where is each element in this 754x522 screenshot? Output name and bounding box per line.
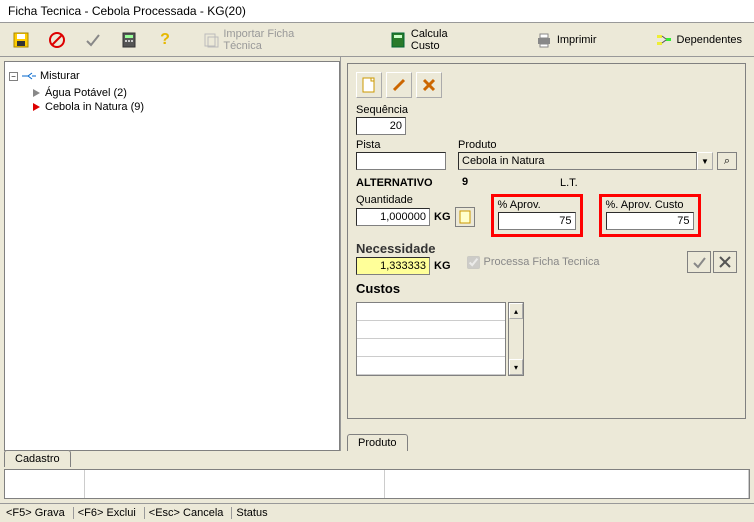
status-grid — [4, 469, 750, 499]
document-icon — [360, 76, 378, 94]
produto-lookup-button[interactable]: ⌕ — [717, 152, 737, 170]
help-icon: ? — [156, 31, 174, 49]
help-button[interactable]: ? — [152, 29, 178, 51]
calcula-custo-icon — [390, 31, 407, 49]
produto-dropdown-button[interactable]: ▼ — [697, 152, 713, 170]
custos-scrollbar[interactable]: ▴ ▾ — [508, 302, 524, 376]
dependentes-label: Dependentes — [677, 34, 742, 46]
quantidade-label: Quantidade — [356, 194, 475, 206]
footer-f5: <F5> Grava — [6, 507, 74, 519]
tree-item-label: Cebola in Natura (9) — [45, 101, 144, 113]
imprimir-label: Imprimir — [557, 34, 597, 46]
detail-panel: Sequência Pista Produto ▼ ⌕ — [347, 63, 746, 419]
processa-label: Processa Ficha Tecnica — [484, 256, 600, 268]
calcula-custo-label: Calcula Custo — [411, 28, 477, 52]
note-button[interactable] — [455, 207, 475, 227]
custos-label: Custos — [356, 281, 400, 296]
main-toolbar: ? Importar Ficha Técnica Calcula Custo I… — [0, 23, 754, 57]
delete-button[interactable] — [416, 72, 442, 98]
alternativo-value: 9 — [458, 174, 488, 190]
processa-checkbox — [467, 256, 480, 269]
tab-produto[interactable]: Produto — [347, 434, 408, 451]
aprov-label: % Aprov. — [498, 199, 576, 211]
cancel-icon — [48, 31, 66, 49]
window-title: Ficha Tecnica - Cebola Processada - KG(2… — [0, 0, 754, 23]
check-icon — [84, 31, 102, 49]
pista-input[interactable] — [356, 152, 446, 170]
tab-cadastro[interactable]: Cadastro — [4, 450, 71, 467]
arrow-icon — [33, 103, 40, 111]
arrow-icon — [33, 89, 40, 97]
imprimir-button[interactable]: Imprimir — [531, 29, 601, 51]
tree-item[interactable]: Água Potável (2) — [33, 86, 335, 100]
lookup-icon: ⌕ — [718, 152, 736, 170]
x-button[interactable] — [713, 251, 737, 273]
sequencia-input[interactable] — [356, 117, 406, 135]
footer-esc: <Esc> Cancela — [149, 507, 233, 519]
note-icon — [456, 208, 474, 226]
close-icon — [716, 253, 734, 271]
pista-label: Pista — [356, 139, 446, 151]
necessidade-unit: KG — [430, 260, 455, 272]
footer-status: Status — [236, 507, 267, 519]
quantidade-unit: KG — [430, 211, 455, 223]
aprov-custo-input[interactable] — [606, 212, 694, 230]
calculator-button[interactable] — [116, 29, 142, 51]
produto-label: Produto — [458, 139, 737, 151]
necessidade-label: Necessidade — [356, 241, 455, 256]
tree-root[interactable]: − Misturar — [9, 66, 335, 86]
new-button[interactable] — [356, 72, 382, 98]
cancel-button[interactable] — [44, 29, 70, 51]
aprov-input[interactable] — [498, 212, 576, 230]
tree-item[interactable]: Cebola in Natura (9) — [33, 100, 335, 114]
printer-icon — [535, 31, 553, 49]
calcula-custo-button[interactable]: Calcula Custo — [386, 26, 481, 54]
tree-root-label: Misturar — [40, 70, 80, 82]
produto-combo[interactable] — [458, 152, 697, 170]
scroll-up-button[interactable]: ▴ — [509, 303, 523, 319]
collapse-icon[interactable]: − — [9, 72, 18, 81]
dependentes-button[interactable]: Dependentes — [651, 29, 746, 51]
sequencia-label: Sequência — [356, 104, 408, 116]
check-icon — [690, 253, 708, 271]
aprov-highlight: % Aprov. — [491, 194, 583, 237]
tree-item-label: Água Potável (2) — [45, 87, 127, 99]
import-icon — [202, 31, 219, 49]
custos-grid[interactable] — [356, 302, 506, 376]
edit-button[interactable] — [386, 72, 412, 98]
aprov-custo-highlight: %. Aprov. Custo — [599, 194, 701, 237]
alternativo-label: ALTERNATIVO — [356, 177, 446, 189]
pencil-icon — [390, 76, 408, 94]
lt-label: L.T. — [560, 177, 578, 189]
scroll-down-button[interactable]: ▾ — [509, 359, 523, 375]
tree-panel[interactable]: − Misturar Água Potável (2) Cebola in Na… — [4, 61, 340, 451]
mix-icon — [20, 67, 38, 85]
save-icon — [12, 31, 30, 49]
save-button[interactable] — [8, 29, 34, 51]
footer-bar: <F5> Grava <F6> Exclui <Esc> Cancela Sta… — [0, 503, 754, 522]
import-label: Importar Ficha Técnica — [223, 28, 331, 52]
dependentes-icon — [655, 31, 673, 49]
import-button: Importar Ficha Técnica — [198, 26, 336, 54]
footer-f6: <F6> Exclui — [78, 507, 145, 519]
x-icon — [420, 76, 438, 94]
confirm-button[interactable] — [80, 29, 106, 51]
quantidade-input[interactable] — [356, 208, 430, 226]
necessidade-input[interactable] — [356, 257, 430, 275]
ok-button[interactable] — [687, 251, 711, 273]
calculator-icon — [120, 31, 138, 49]
aprov-custo-label: %. Aprov. Custo — [606, 199, 694, 211]
